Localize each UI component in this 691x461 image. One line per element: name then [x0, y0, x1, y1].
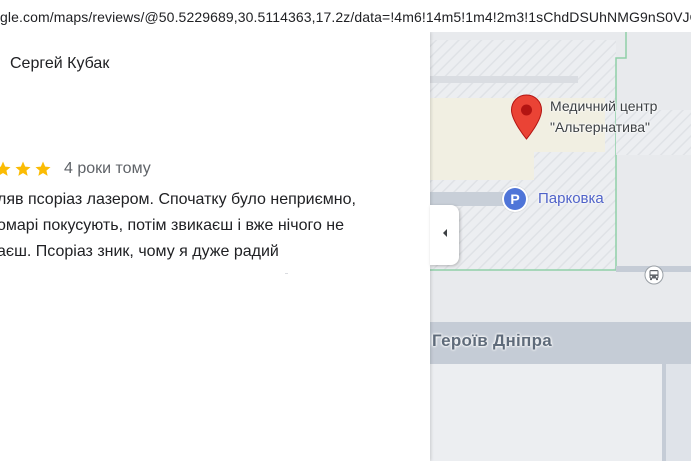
review-text-line: аєш. Псоріаз зник, чому я дуже радий	[0, 243, 279, 260]
review-text-line: ляв псоріаз лазером. Спочатку було непри…	[0, 191, 356, 208]
star-icon	[14, 160, 32, 178]
place-name-line: Медичний центр	[550, 98, 658, 114]
parking-label[interactable]: Парковка	[538, 190, 604, 207]
browser-url-bar[interactable]: gle.com/maps/reviews/@50.5229689,30.5114…	[0, 0, 691, 32]
parking-icon[interactable]: P	[502, 186, 528, 212]
url-text[interactable]: gle.com/maps/reviews/@50.5229689,30.5114…	[0, 9, 691, 25]
star-icon	[34, 160, 52, 178]
place-name-line: "Альтернатива"	[550, 119, 650, 135]
divider	[285, 273, 288, 274]
map-pin-icon[interactable]	[510, 94, 543, 140]
parking-icon-glyph: P	[504, 188, 526, 210]
rating-row: 4 роки тому	[0, 159, 151, 179]
chevron-left-icon	[439, 226, 451, 244]
review-date: 4 роки тому	[64, 160, 151, 177]
bus-stop-icon[interactable]	[644, 265, 664, 285]
reviewer-name[interactable]: Сергей Кубак	[10, 55, 109, 73]
street-label: Героїв Дніпра	[432, 331, 553, 350]
star-icon	[0, 160, 12, 178]
map-canvas[interactable]	[430, 0, 691, 461]
collapse-panel-button[interactable]	[430, 205, 459, 265]
review-text: ляв псоріаз лазером. Спочатку було непри…	[0, 187, 417, 265]
place-label[interactable]: Медичний центр "Альтернатива"	[550, 96, 657, 138]
map-layer	[430, 0, 691, 461]
review-panel: Сергей Кубак 4 роки тому ляв псоріаз лаз…	[0, 32, 430, 461]
review-text-line: омарі покусують, потім звикаєш і вже ніч…	[0, 217, 345, 234]
